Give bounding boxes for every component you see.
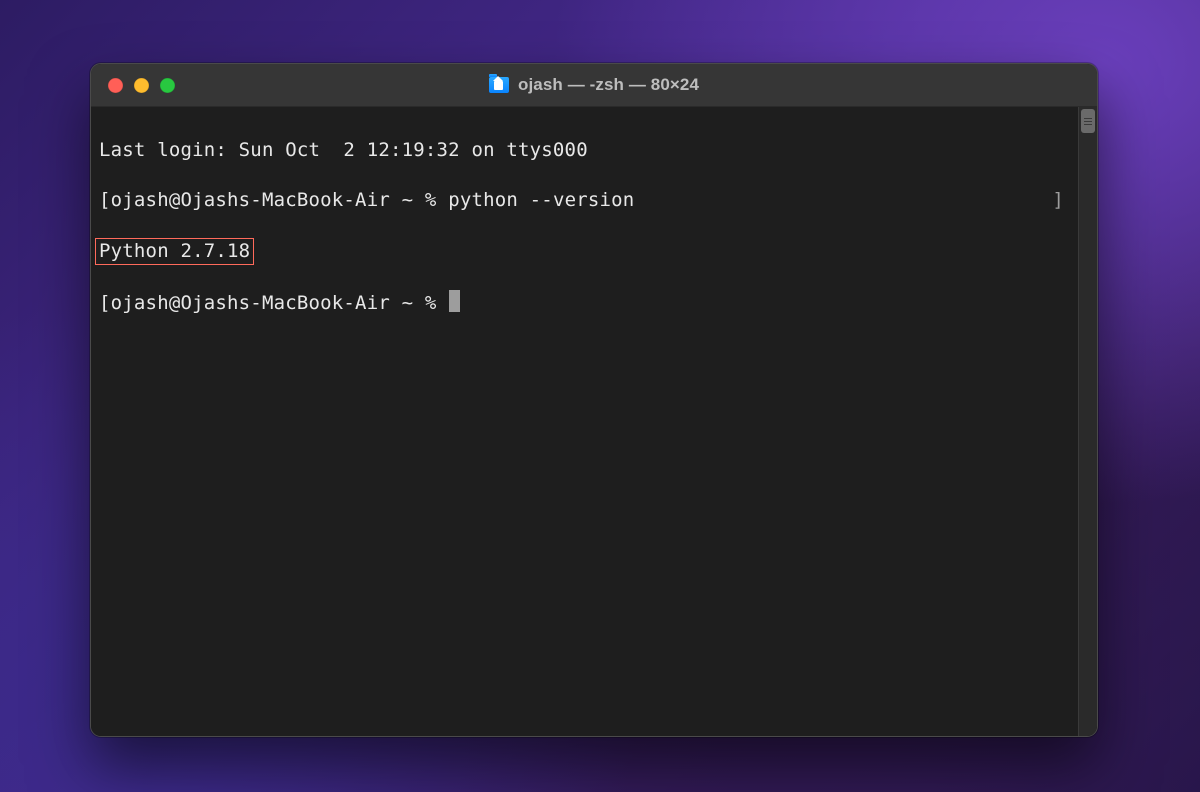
- close-button[interactable]: [108, 78, 123, 93]
- terminal-window: ojash — -zsh — 80×24 Last login: Sun Oct…: [90, 63, 1098, 737]
- minimize-button[interactable]: [134, 78, 149, 93]
- prompt-user-host: ojash@Ojashs-MacBook-Air: [111, 292, 390, 314]
- terminal-content[interactable]: Last login: Sun Oct 2 12:19:32 on ttys00…: [91, 107, 1078, 736]
- window-titlebar[interactable]: ojash — -zsh — 80×24: [91, 64, 1097, 107]
- home-icon: [494, 81, 503, 90]
- prompt-user-host: ojash@Ojashs-MacBook-Air: [111, 189, 390, 211]
- command-line: [ojash@Ojashs-MacBook-Air ~ % python --v…: [99, 188, 1070, 213]
- entered-command: python --version: [448, 189, 634, 211]
- home-folder-icon: [489, 77, 509, 93]
- prompt-path: ~: [402, 189, 414, 211]
- window-title: ojash — -zsh — 80×24: [518, 75, 699, 95]
- scrollbar[interactable]: [1078, 107, 1097, 736]
- last-login-line: Last login: Sun Oct 2 12:19:32 on ttys00…: [99, 138, 1070, 163]
- python-version-output: Python 2.7.18: [95, 238, 254, 265]
- current-prompt-line[interactable]: [ojash@Ojashs-MacBook-Air ~ %: [99, 290, 1070, 316]
- window-title-group: ojash — -zsh — 80×24: [91, 75, 1097, 95]
- scroll-thumb[interactable]: [1081, 109, 1095, 133]
- prompt-symbol: %: [425, 292, 437, 314]
- output-line: Python 2.7.18: [99, 238, 1070, 265]
- prompt-path: ~: [402, 292, 414, 314]
- terminal-body[interactable]: Last login: Sun Oct 2 12:19:32 on ttys00…: [91, 107, 1097, 736]
- desktop-background: ojash — -zsh — 80×24 Last login: Sun Oct…: [0, 0, 1200, 792]
- traffic-lights: [108, 78, 175, 93]
- maximize-button[interactable]: [160, 78, 175, 93]
- terminal-cursor: [449, 290, 460, 312]
- prompt-symbol: %: [425, 189, 437, 211]
